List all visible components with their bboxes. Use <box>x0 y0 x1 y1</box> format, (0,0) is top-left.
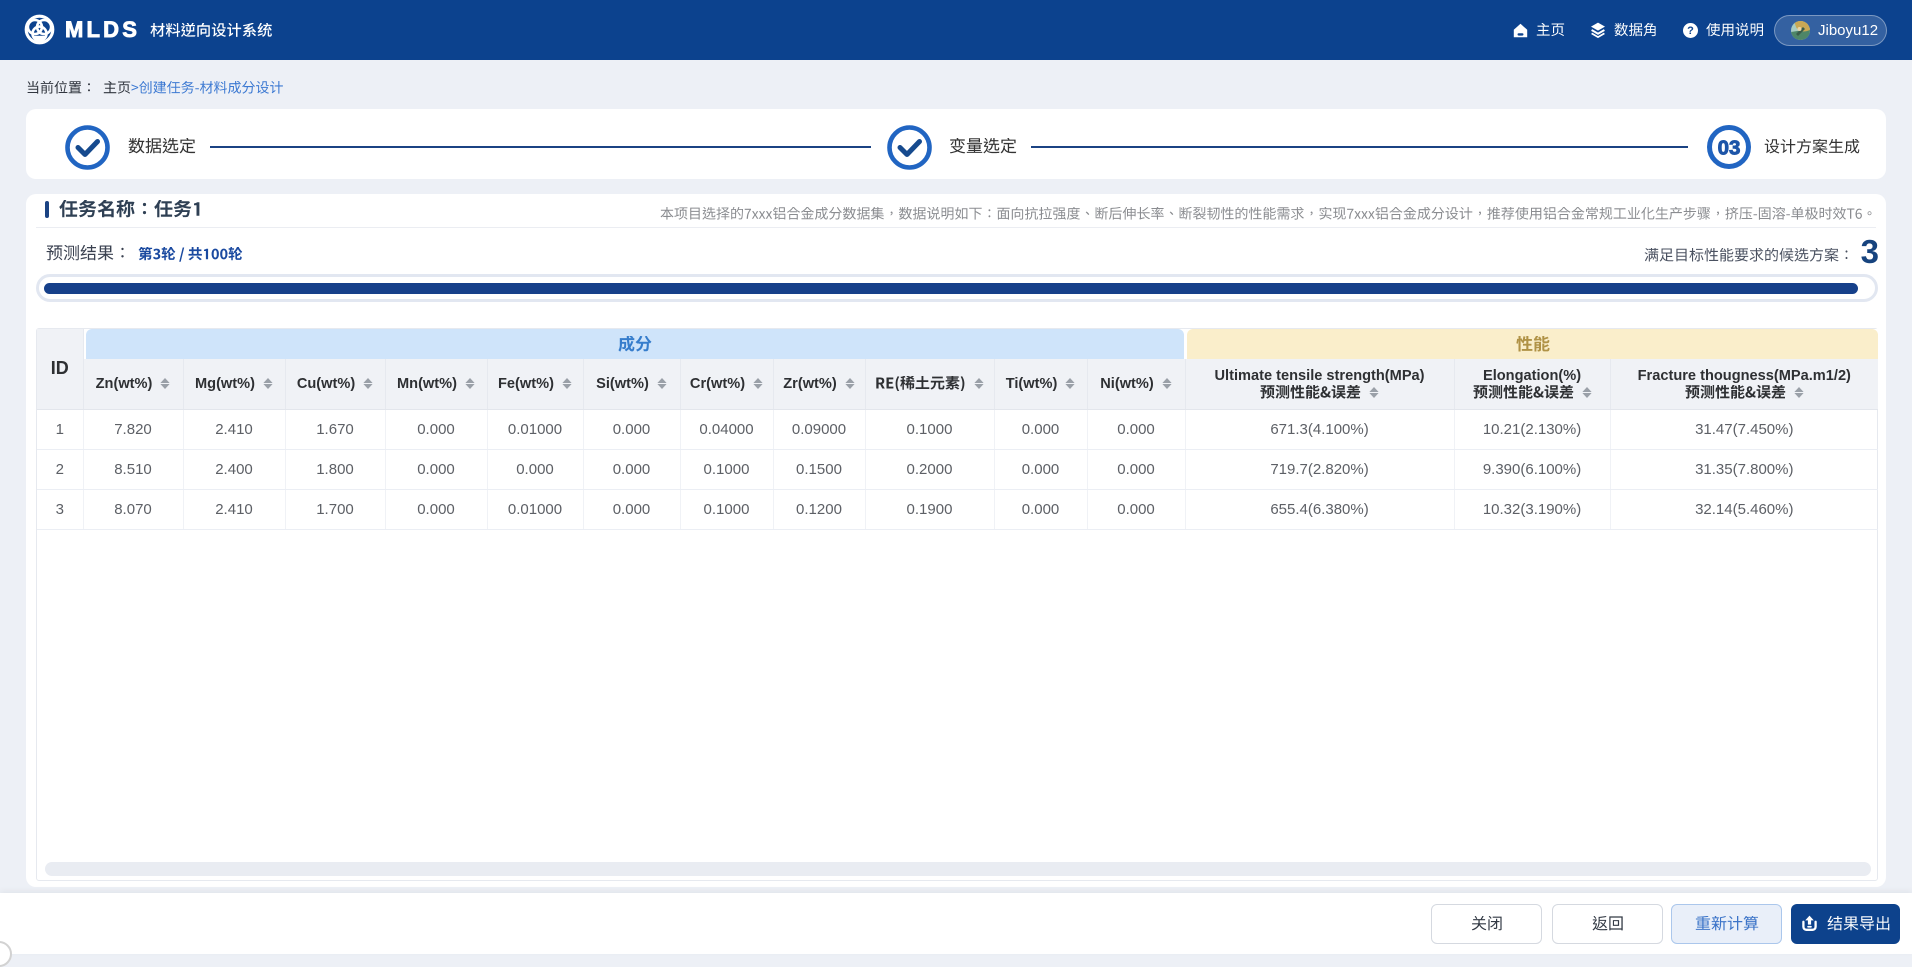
svg-text:?: ? <box>1687 25 1694 37</box>
svg-text:03: 03 <box>1718 137 1741 160</box>
